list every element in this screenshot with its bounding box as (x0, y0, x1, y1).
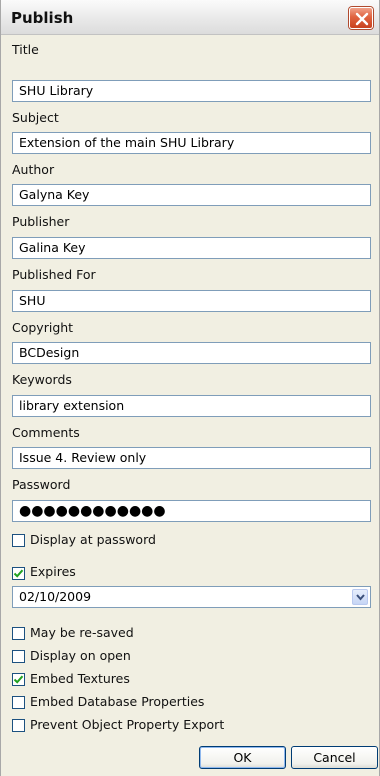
may-be-resaved-checkbox[interactable] (12, 627, 25, 640)
copyright-field[interactable]: BCDesign (12, 342, 371, 364)
publisher-field[interactable]: Galina Key (12, 237, 371, 259)
embed-database-properties-label: Embed Database Properties (30, 694, 205, 709)
keywords-field[interactable]: library extension (12, 395, 371, 417)
display-on-open-label: Display on open (30, 648, 131, 663)
subject-field[interactable]: Extension of the main SHU Library (12, 132, 371, 154)
display-at-password-checkbox[interactable] (12, 534, 25, 547)
expires-date-select[interactable]: 02/10/2009 (12, 586, 371, 608)
check-icon (13, 569, 24, 578)
title-field[interactable]: SHU Library (12, 80, 371, 102)
prevent-object-property-export-checkbox[interactable] (12, 719, 25, 732)
subject-label: Subject (12, 110, 59, 125)
dialog-title: Publish (11, 9, 74, 27)
title-label: Title (12, 42, 39, 57)
cancel-button[interactable]: Cancel (291, 746, 378, 769)
keywords-label: Keywords (12, 372, 72, 387)
display-on-open-checkbox[interactable] (12, 650, 25, 663)
ok-button[interactable]: OK (199, 746, 286, 769)
close-button[interactable] (349, 7, 373, 29)
comments-label: Comments (12, 425, 80, 440)
chevron-down-icon (356, 594, 365, 601)
copyright-label: Copyright (12, 320, 74, 335)
date-dropdown-button[interactable] (352, 589, 368, 605)
expires-date-value: 02/10/2009 (19, 589, 92, 604)
password-label: Password (12, 477, 71, 492)
close-icon (355, 12, 369, 26)
display-at-password-label: Display at password (30, 532, 156, 547)
embed-textures-label: Embed Textures (30, 671, 130, 686)
expires-checkbox[interactable] (12, 567, 25, 580)
comments-field[interactable]: Issue 4. Review only (12, 447, 371, 469)
may-be-resaved-label: May be re-saved (30, 625, 134, 640)
title-bar: Publish (1, 0, 379, 35)
prevent-object-property-export-label: Prevent Object Property Export (30, 717, 225, 732)
check-icon (13, 675, 24, 684)
published-for-field[interactable]: SHU (12, 290, 371, 312)
expires-label: Expires (30, 564, 76, 579)
author-label: Author (12, 162, 55, 177)
embed-database-properties-checkbox[interactable] (12, 696, 25, 709)
password-field[interactable]: ●●●●●●●●●●●● (12, 500, 371, 522)
author-field[interactable]: Galyna Key (12, 184, 371, 206)
publish-dialog: Publish Title SHU Library Subject Extens… (0, 0, 380, 776)
published-for-label: Published For (12, 267, 96, 282)
publisher-label: Publisher (12, 214, 70, 229)
embed-textures-checkbox[interactable] (12, 673, 25, 686)
